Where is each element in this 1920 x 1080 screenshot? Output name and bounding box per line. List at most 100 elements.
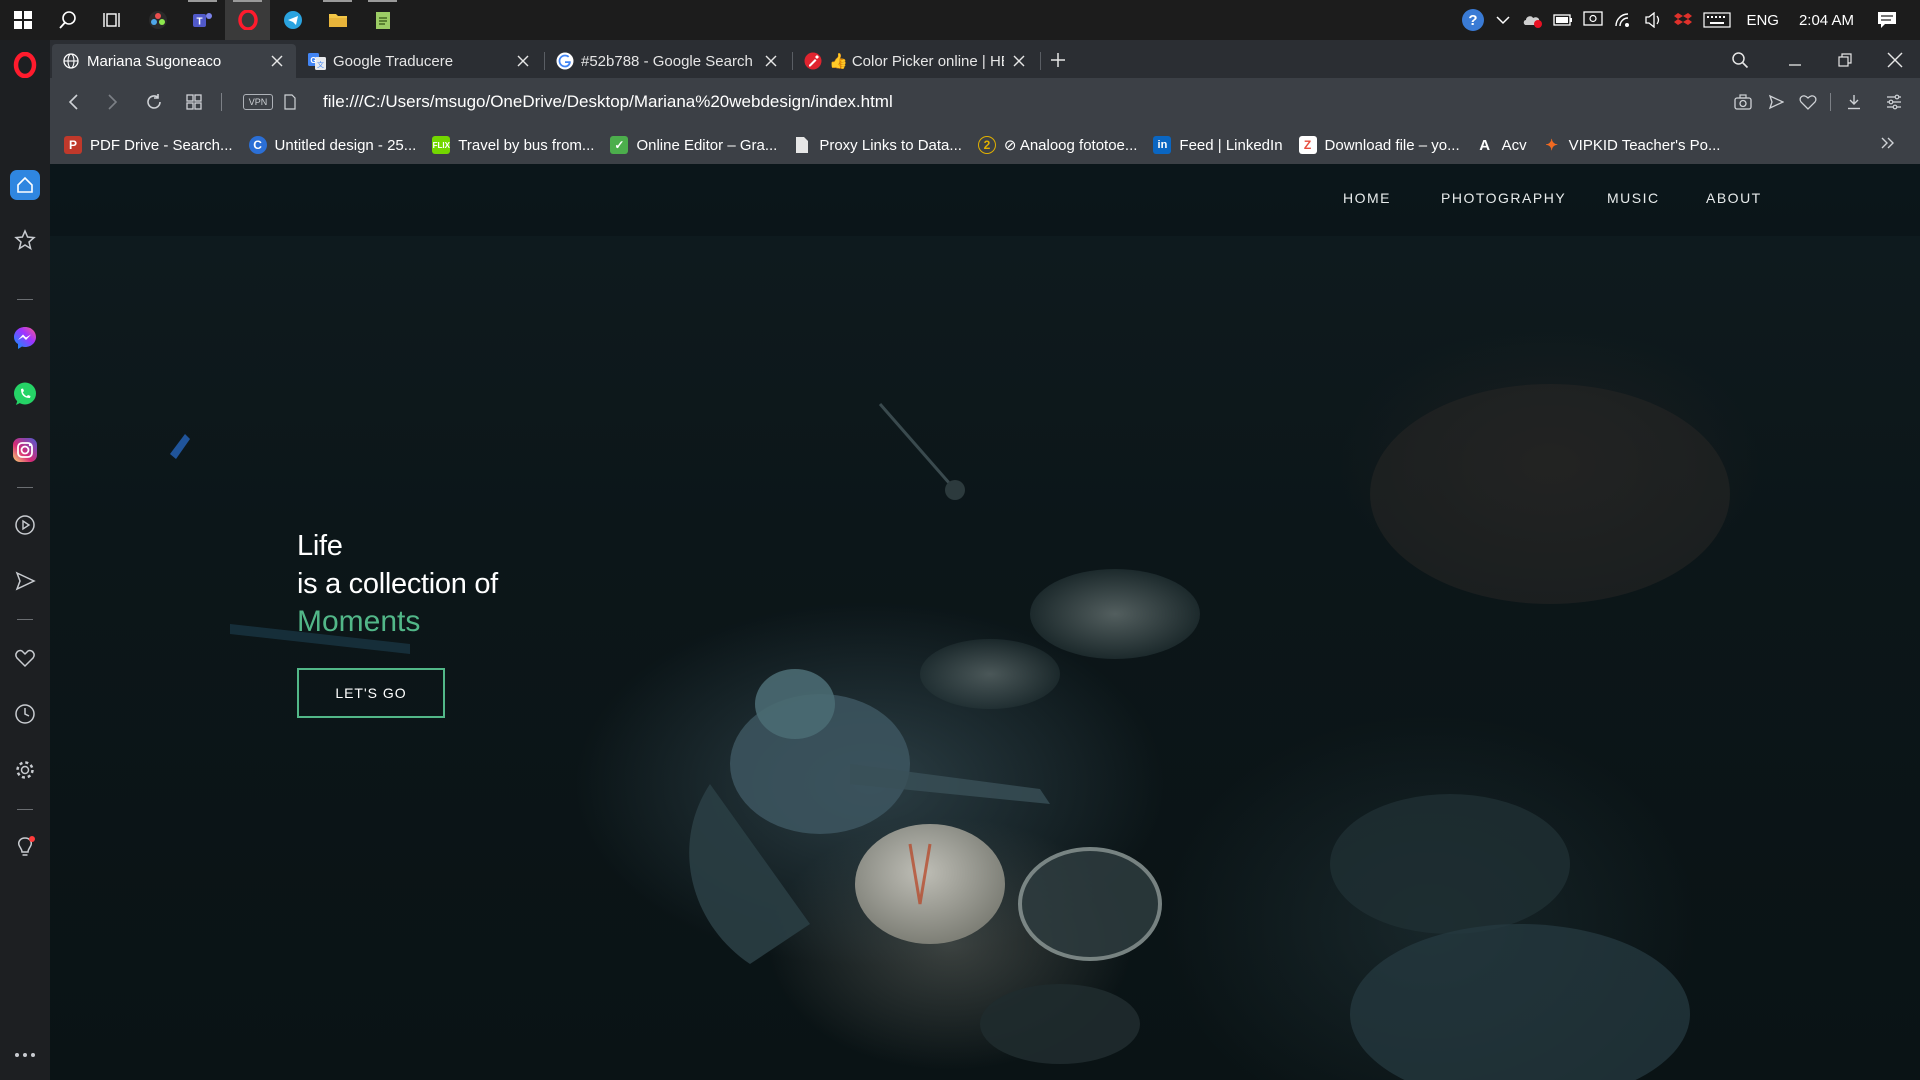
windows-start-icon[interactable] bbox=[0, 0, 45, 40]
nav-music[interactable]: MUSIC bbox=[1607, 190, 1660, 206]
send-icon[interactable] bbox=[0, 561, 50, 601]
battery-icon[interactable] bbox=[1548, 0, 1578, 40]
sidebar-separator bbox=[17, 487, 33, 488]
more-icon[interactable] bbox=[0, 1035, 50, 1075]
tab-strip: Mariana Sugoneaco G文 Google Traducere #5… bbox=[50, 40, 1920, 78]
hero-line-2: is a collection of bbox=[297, 568, 498, 600]
bookmark-linkedin[interactable]: in Feed | LinkedIn bbox=[1153, 136, 1283, 154]
messenger-icon[interactable] bbox=[0, 318, 50, 358]
easy-setup-icon[interactable] bbox=[1876, 78, 1912, 126]
language-indicator[interactable]: ENG bbox=[1736, 12, 1789, 29]
window-close-icon[interactable] bbox=[1880, 48, 1910, 72]
onedrive-error-icon[interactable] bbox=[1518, 0, 1548, 40]
history-icon[interactable] bbox=[0, 694, 50, 734]
chevron-up-icon[interactable] bbox=[1488, 0, 1518, 40]
close-icon[interactable] bbox=[268, 52, 286, 70]
lets-go-button[interactable]: LET'S GO bbox=[297, 668, 445, 718]
bookmark-label: Untitled design - 25... bbox=[274, 136, 417, 154]
bookmark-acv[interactable]: A Acv bbox=[1476, 136, 1526, 154]
search-tabs-icon[interactable] bbox=[1728, 48, 1752, 72]
tab-divider bbox=[1040, 52, 1041, 70]
address-bar-url[interactable]: file:///C:/Users/msugo/OneDrive/Desktop/… bbox=[323, 78, 893, 126]
nav-photography[interactable]: PHOTOGRAPHY bbox=[1441, 190, 1566, 206]
double-chevron-right-icon[interactable] bbox=[1880, 136, 1896, 155]
nav-about[interactable]: ABOUT bbox=[1706, 190, 1762, 206]
speed-dial-icon[interactable] bbox=[176, 78, 212, 126]
bookmark-label: PDF Drive - Search... bbox=[90, 136, 233, 154]
dropbox-icon[interactable] bbox=[1668, 0, 1698, 40]
keyboard-icon[interactable] bbox=[1698, 0, 1736, 40]
bookmark-label: ⊘ Analoog fototoe... bbox=[1003, 137, 1138, 154]
notepad-icon[interactable] bbox=[360, 0, 405, 40]
bookmark-label: Proxy Links to Data... bbox=[819, 136, 962, 154]
settings-icon[interactable] bbox=[0, 750, 50, 790]
bookmark-download-file[interactable]: Z Download file – yo... bbox=[1298, 136, 1460, 154]
volume-icon[interactable] bbox=[1638, 0, 1668, 40]
svg-text:?: ? bbox=[1469, 12, 1478, 29]
home-icon[interactable] bbox=[0, 165, 50, 205]
flow-send-icon[interactable] bbox=[1758, 78, 1794, 126]
forward-icon[interactable] bbox=[94, 78, 130, 126]
minimize-icon[interactable] bbox=[1780, 48, 1810, 72]
vpn-badge[interactable]: VPN bbox=[243, 94, 273, 110]
downloads-icon[interactable] bbox=[1836, 78, 1872, 126]
teams-icon[interactable]: T bbox=[180, 0, 225, 40]
screen-icon[interactable] bbox=[1578, 0, 1608, 40]
snapshot-icon[interactable] bbox=[1725, 78, 1761, 126]
bookmark-proxy-links[interactable]: Proxy Links to Data... bbox=[793, 136, 962, 154]
bookmark-pdf-drive[interactable]: P PDF Drive - Search... bbox=[64, 136, 233, 154]
whatsapp-icon[interactable] bbox=[0, 374, 50, 414]
davinci-resolve-icon[interactable] bbox=[135, 0, 180, 40]
file-explorer-icon[interactable] bbox=[315, 0, 360, 40]
back-icon[interactable] bbox=[56, 78, 92, 126]
bookmark-flixbus[interactable]: FLIX Travel by bus from... bbox=[432, 136, 594, 154]
search-icon[interactable] bbox=[45, 0, 90, 40]
heart-icon[interactable] bbox=[0, 638, 50, 678]
close-icon[interactable] bbox=[762, 52, 780, 70]
svg-text:文: 文 bbox=[317, 60, 324, 69]
tab-title: Mariana Sugoneaco bbox=[87, 52, 222, 70]
site-navbar: HOME PHOTOGRAPHY MUSIC ABOUT bbox=[50, 164, 1920, 236]
flixbus-icon: FLIX bbox=[432, 136, 451, 154]
bookmark-grammarly[interactable]: ✓ Online Editor – Gra... bbox=[610, 136, 777, 154]
bookmark-heart-icon[interactable] bbox=[1790, 78, 1826, 126]
grammarly-check-icon: ✓ bbox=[610, 136, 629, 154]
sidebar-separator bbox=[17, 299, 33, 300]
help-icon[interactable]: ? bbox=[1458, 0, 1488, 40]
clock[interactable]: 2:04 AM bbox=[1789, 12, 1864, 29]
bookmark-label: Feed | LinkedIn bbox=[1179, 136, 1283, 154]
tab-title: #52b788 - Google Search bbox=[581, 52, 753, 70]
nav-home[interactable]: HOME bbox=[1343, 190, 1391, 206]
google-translate-icon: G文 bbox=[308, 52, 326, 70]
bookmark-vipkid[interactable]: ✦ VIPKID Teacher's Po... bbox=[1543, 136, 1720, 155]
opera-logo-icon[interactable] bbox=[0, 45, 50, 85]
acv-icon: A bbox=[1479, 136, 1491, 154]
canva-icon: C bbox=[248, 136, 267, 154]
task-view-icon[interactable] bbox=[90, 0, 135, 40]
new-tab-icon[interactable] bbox=[1048, 50, 1068, 70]
tab-mariana-sugoneaco[interactable]: Mariana Sugoneaco bbox=[52, 44, 296, 78]
reload-icon[interactable] bbox=[136, 78, 172, 126]
restore-icon[interactable] bbox=[1830, 48, 1860, 72]
star-icon[interactable] bbox=[0, 220, 50, 260]
bookmark-label: Travel by bus from... bbox=[458, 136, 595, 154]
lightbulb-icon[interactable] bbox=[0, 827, 50, 867]
bookmark-analoog[interactable]: 2 ⊘ Analoog fototoe... bbox=[977, 136, 1138, 154]
opera-icon[interactable] bbox=[225, 0, 270, 40]
bookmark-canva[interactable]: C Untitled design - 25... bbox=[248, 136, 417, 154]
tab-google-traducere[interactable]: G文 Google Traducere bbox=[298, 44, 542, 78]
bookmark-label: Online Editor – Gra... bbox=[636, 136, 778, 154]
opera-sidebar bbox=[0, 40, 50, 1080]
close-icon[interactable] bbox=[514, 52, 532, 70]
close-icon[interactable] bbox=[1010, 52, 1028, 70]
bookmarks-bar: P PDF Drive - Search... C Untitled desig… bbox=[50, 126, 1920, 164]
wifi-icon[interactable] bbox=[1608, 0, 1638, 40]
analog-icon: 2 bbox=[977, 136, 996, 154]
tab-color-picker[interactable]: 👍 Color Picker online | HE bbox=[794, 44, 1038, 78]
tab-google-search[interactable]: #52b788 - Google Search bbox=[546, 44, 790, 78]
page-info-icon[interactable] bbox=[278, 78, 302, 126]
telegram-icon[interactable] bbox=[270, 0, 315, 40]
player-icon[interactable] bbox=[0, 505, 50, 545]
notifications-icon[interactable] bbox=[1864, 0, 1910, 40]
instagram-icon[interactable] bbox=[0, 430, 50, 470]
